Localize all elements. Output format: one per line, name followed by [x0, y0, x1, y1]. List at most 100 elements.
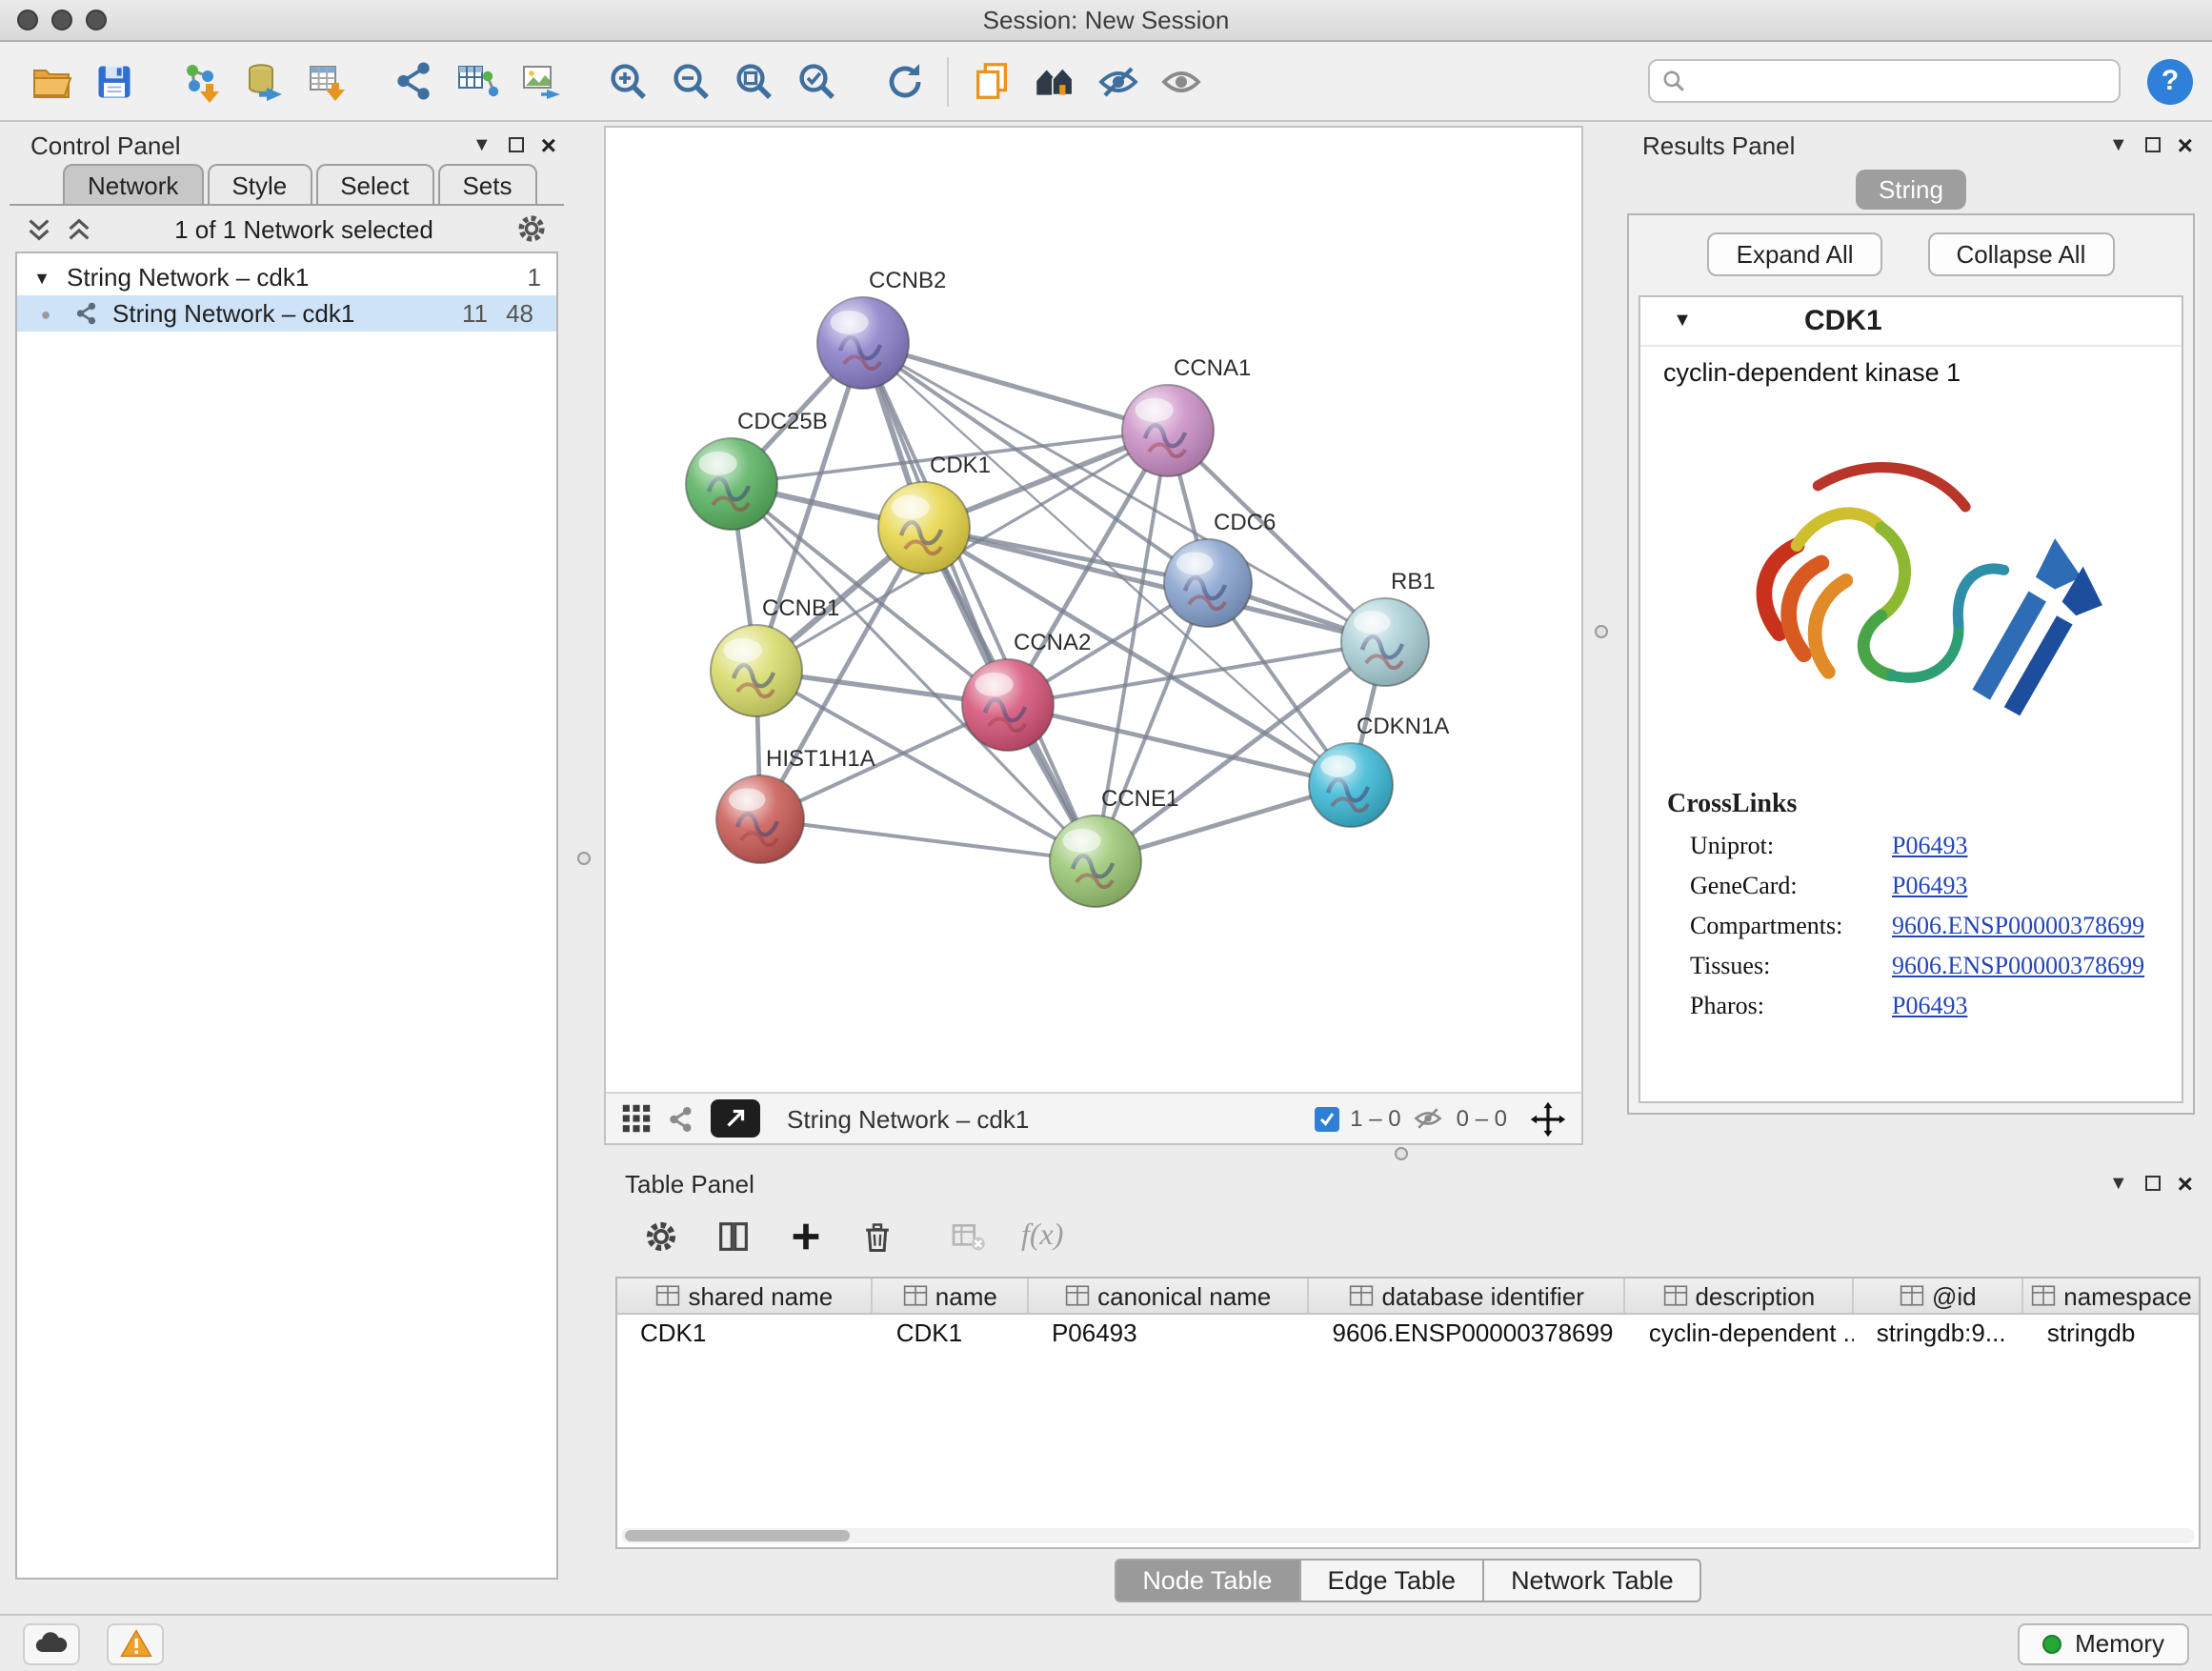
zoom-selected-button[interactable]	[785, 50, 848, 111]
crosslink-compartments-link[interactable]: 9606.ENSP00000378699	[1892, 911, 2144, 941]
cloud-status-button[interactable]	[23, 1622, 80, 1664]
apply-layout-button[interactable]	[873, 50, 935, 111]
horizontal-scrollbar[interactable]	[621, 1528, 2195, 1543]
hide-annotations-button[interactable]	[1086, 50, 1149, 111]
network-collection-row[interactable]: ▼ String Network – cdk1 1	[17, 259, 556, 295]
warnings-button[interactable]	[107, 1622, 164, 1664]
float-panel-icon[interactable]	[2145, 1176, 2161, 1191]
tab-node-table[interactable]: Node Table	[1114, 1558, 1300, 1601]
entry-gene-name: CDK1	[1804, 305, 1882, 337]
new-network-button[interactable]	[383, 50, 446, 111]
column-header-shared-name[interactable]: shared name	[617, 1278, 874, 1313]
edge-HIST1H1A-CCNE1[interactable]	[760, 819, 1096, 861]
expand-all-button[interactable]: Expand All	[1708, 232, 1882, 275]
birds-eye-view-icon[interactable]	[621, 1103, 652, 1134]
cytoscape-window: Session: New Session	[0, 0, 2212, 1671]
tree-expand-icon[interactable]: ▼	[17, 268, 67, 287]
save-session-button[interactable]	[82, 50, 145, 111]
memory-button[interactable]: Memory	[2018, 1622, 2189, 1664]
float-panel-icon[interactable]	[509, 137, 524, 152]
column-icon	[1065, 1284, 1090, 1307]
collapse-panel-icon[interactable]: ▼	[2109, 134, 2128, 155]
table-tabs: Node Table Edge Table Network Table	[615, 1557, 2201, 1602]
duplicate-network-button[interactable]	[960, 50, 1023, 111]
node-CCNE1[interactable]	[1050, 815, 1141, 907]
tab-edge-table[interactable]: Edge Table	[1300, 1558, 1484, 1601]
tab-sets[interactable]: Sets	[437, 164, 536, 204]
expand-all-networks-icon[interactable]	[25, 214, 53, 243]
node-CCNA2[interactable]	[962, 659, 1054, 751]
tab-style[interactable]: Style	[207, 164, 312, 204]
string-node-panel: ▼ CDK1 cyclin-dependent kinase 1	[1639, 295, 2183, 1103]
close-panel-icon[interactable]: ×	[541, 131, 556, 158]
node-CCNB2[interactable]	[817, 297, 909, 389]
left-splitter-handle[interactable]	[577, 852, 591, 865]
selected-checkbox-icon[interactable]	[1314, 1106, 1338, 1131]
node-CDK1[interactable]	[878, 482, 970, 574]
node-CCNA1[interactable]	[1122, 385, 1214, 476]
edge-CCNB2-CCNE1[interactable]	[863, 343, 1096, 861]
zoom-fit-button[interactable]	[722, 50, 785, 111]
tab-string[interactable]: String	[1856, 169, 1966, 209]
string-home-button[interactable]	[1023, 50, 1086, 111]
column-header-description[interactable]: description	[1626, 1278, 1854, 1313]
node-RB1[interactable]	[1341, 598, 1429, 686]
crosslink-tissues-link[interactable]: 9606.ENSP00000378699	[1892, 951, 2144, 981]
create-column-plus-icon[interactable]	[787, 1218, 825, 1256]
node-CDC25B[interactable]	[686, 438, 777, 530]
node-CCNB1[interactable]	[711, 625, 802, 716]
node-CDC6[interactable]	[1164, 539, 1252, 627]
crosslink-uniprot-link[interactable]: P06493	[1892, 831, 1967, 861]
collapse-panel-icon[interactable]: ▼	[473, 134, 492, 155]
help-button[interactable]: ?	[2147, 58, 2193, 104]
scrollbar-thumb[interactable]	[625, 1530, 850, 1541]
detach-view-button[interactable]	[711, 1099, 760, 1137]
edge-CCNA2-CDKN1A[interactable]	[1008, 705, 1351, 785]
table-options-gear-icon[interactable]	[642, 1218, 680, 1256]
crosslink-genecard-link[interactable]: P06493	[1892, 871, 1967, 901]
network-canvas[interactable]: CCNB2CCNA1CDC25BCDK1CDC6RB1CCNB1CCNA2CDK…	[606, 128, 1581, 1092]
tab-network-table[interactable]: Network Table	[1484, 1558, 1702, 1601]
import-network-from-file-button[interactable]	[170, 50, 232, 111]
close-panel-icon[interactable]: ×	[2178, 131, 2193, 158]
cell-database-identifier: 9606.ENSP00000378699	[1310, 1315, 1626, 1351]
column-header-namespace[interactable]: namespace	[2024, 1278, 2199, 1313]
network-options-gear-icon[interactable]	[514, 211, 549, 246]
collapse-all-button[interactable]: Collapse All	[1928, 232, 2115, 275]
column-header-canonical-name[interactable]: canonical name	[1029, 1278, 1310, 1313]
delete-column-trash-icon[interactable]	[859, 1218, 895, 1255]
network-view[interactable]: CCNB2CCNA1CDC25BCDK1CDC6RB1CCNB1CCNA2CDK…	[604, 126, 1583, 1145]
collapse-panel-icon[interactable]: ▼	[2109, 1173, 2128, 1194]
table-row[interactable]: CDK1 CDK1 P06493 9606.ENSP00000378699 cy…	[617, 1315, 2199, 1351]
edge-CCNB2-CCNA1[interactable]	[863, 343, 1168, 431]
show-columns-icon[interactable]	[714, 1218, 753, 1256]
node-CDKN1A[interactable]	[1309, 743, 1393, 827]
search-field[interactable]	[1648, 59, 2121, 103]
column-header-name[interactable]: name	[874, 1278, 1029, 1313]
search-input[interactable]	[1694, 68, 2107, 94]
import-table-from-file-button[interactable]	[295, 50, 358, 111]
show-graphics-details-button[interactable]	[1149, 50, 1212, 111]
fit-content-crosshair-icon[interactable]	[1530, 1100, 1566, 1137]
right-splitter-handle[interactable]	[1595, 625, 1608, 638]
float-panel-icon[interactable]	[2145, 137, 2161, 152]
crosslink-pharos-link[interactable]: P06493	[1892, 991, 1967, 1021]
import-network-from-database-button[interactable]	[232, 50, 295, 111]
column-header-id[interactable]: @id	[1854, 1278, 2024, 1313]
column-header-database-identifier[interactable]: database identifier	[1310, 1278, 1626, 1313]
horizontal-splitter-handle[interactable]	[1395, 1147, 1408, 1160]
node-HIST1H1A[interactable]	[716, 775, 804, 863]
collapse-all-networks-icon[interactable]	[65, 214, 93, 243]
zoom-in-button[interactable]	[596, 50, 659, 111]
network-small-icon[interactable]	[667, 1104, 695, 1133]
tab-select[interactable]: Select	[315, 164, 433, 204]
export-image-button[interactable]	[509, 50, 572, 111]
close-panel-icon[interactable]: ×	[2178, 1170, 2193, 1197]
zoom-out-button[interactable]	[659, 50, 722, 111]
delete-table-icon-disabled	[949, 1218, 987, 1256]
tab-network[interactable]: Network	[63, 164, 203, 204]
entry-collapse-icon[interactable]: ▼	[1640, 311, 1724, 332]
network-row[interactable]: ● String Network – cdk1 11 48	[17, 295, 556, 332]
new-table-button[interactable]	[446, 50, 509, 111]
open-session-button[interactable]	[19, 50, 82, 111]
